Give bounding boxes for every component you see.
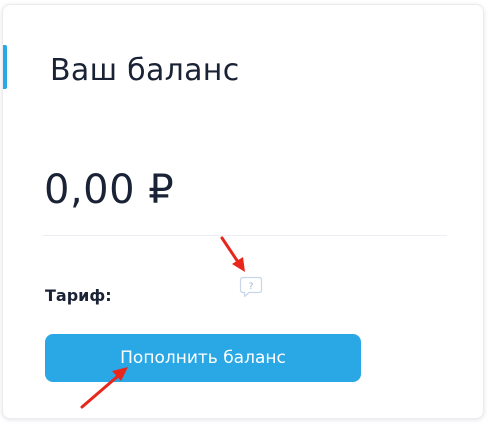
question-bubble-icon[interactable]: ? [238, 275, 264, 299]
balance-amount: 0,00 ₽ [44, 167, 175, 213]
accent-bar [3, 45, 7, 89]
svg-text:?: ? [249, 282, 254, 292]
balance-card: Ваш баланс 0,00 ₽ Тариф: Пополнить балан… [2, 4, 484, 419]
topup-balance-button[interactable]: Пополнить баланс [45, 334, 361, 382]
tariff-label: Тариф: [45, 286, 112, 305]
divider [43, 235, 447, 236]
balance-title: Ваш баланс [50, 53, 240, 88]
